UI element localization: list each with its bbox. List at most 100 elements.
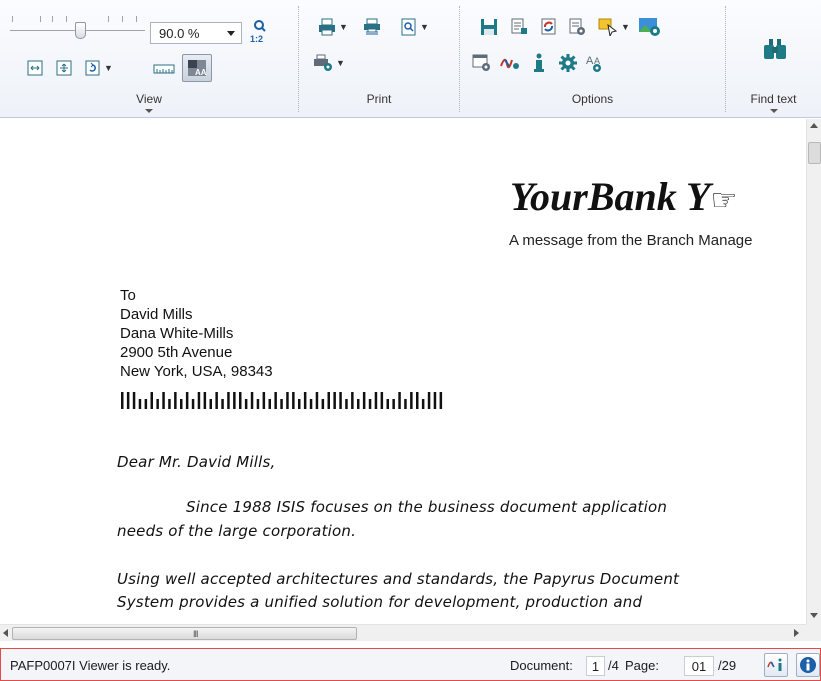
letter-subtitle: A message from the Branch Manage [509, 232, 753, 249]
barcode-bar [168, 399, 171, 409]
antialias-toggle-button[interactable]: AA [182, 54, 212, 82]
chevron-down-icon: ▼ [104, 62, 113, 73]
print-preview-icon [401, 18, 416, 36]
print-range-button[interactable] [361, 16, 383, 38]
scroll-right-arrow-icon[interactable] [794, 629, 799, 637]
viewer-settings-button[interactable] [470, 52, 494, 74]
settings-button[interactable] [556, 52, 580, 74]
barcode-bar [174, 392, 177, 409]
document-export-icon [511, 18, 527, 34]
barcode-bar [421, 399, 425, 409]
letter-paragraph-line: System provides a unified solution for d… [117, 593, 643, 611]
image-settings-button[interactable] [636, 16, 664, 38]
print-preview-button[interactable]: ▼ [395, 16, 435, 38]
fit-width-button[interactable] [26, 59, 44, 77]
find-group: Find text [726, 4, 821, 114]
info-button[interactable] [528, 52, 550, 74]
barcode-bar [392, 399, 395, 409]
view-group-label: View [136, 92, 162, 106]
barcode-bar [227, 392, 230, 409]
barcode-bar [274, 392, 277, 409]
sign-info-button[interactable] [764, 653, 788, 677]
image-gear-icon [639, 18, 660, 36]
vertical-scrollbar[interactable] [806, 119, 821, 624]
highlight-button[interactable]: ▼ [596, 16, 632, 38]
barcode-bar [197, 392, 201, 409]
print-range-icon [364, 18, 380, 35]
vertical-scroll-thumb[interactable] [808, 142, 821, 164]
barcode-bar [368, 399, 372, 409]
document-label: Document: [510, 658, 573, 673]
signature-button[interactable] [498, 52, 522, 74]
barcode-bar [439, 392, 443, 409]
zoom-slider-thumb[interactable] [75, 22, 86, 39]
print-settings-button[interactable]: ▼ [309, 52, 349, 74]
horizontal-scrollbar[interactable]: III [0, 624, 806, 641]
document-viewport[interactable]: YourBank Y☞ A message from the Branch Ma… [0, 119, 806, 624]
fit-page-icon [56, 60, 72, 76]
status-bar: PAFP0007I Viewer is ready. Document: 1 /… [0, 648, 821, 681]
status-message: PAFP0007I Viewer is ready. [10, 658, 171, 673]
actual-size-button[interactable]: 1:2 [248, 12, 272, 44]
document-settings-button[interactable] [566, 16, 588, 38]
info-button[interactable] [796, 653, 820, 677]
barcode-bar [398, 392, 401, 409]
options-group-label: Options [571, 92, 614, 106]
ruler-button[interactable] [151, 59, 177, 77]
page-number-input[interactable]: 01 [684, 656, 714, 676]
barcode-bar [233, 392, 236, 409]
antialias-icon: AA [188, 60, 207, 77]
rotate-button[interactable]: ▼ [82, 59, 116, 77]
barcode-bar [321, 399, 325, 409]
address-line: David Mills [120, 306, 193, 323]
font-settings-button[interactable]: AA [584, 52, 608, 74]
svg-text:A: A [586, 55, 594, 67]
barcode-bar [203, 392, 207, 409]
address-line: To [120, 287, 136, 304]
horizontal-scroll-thumb[interactable]: III [12, 627, 357, 640]
barcode-bar [185, 392, 189, 409]
sync-button[interactable] [538, 16, 560, 38]
zoom-select[interactable]: 90.0 % [150, 22, 242, 44]
barcode-bar [333, 392, 336, 409]
barcode-bar [262, 392, 266, 409]
zoom-ratio-label: 1:2 [250, 34, 264, 44]
info-icon [800, 657, 816, 673]
magnifier-icon [254, 20, 266, 32]
chevron-down-icon [227, 31, 235, 36]
barcode-bar [315, 392, 319, 409]
window-gear-icon [472, 54, 490, 71]
fit-page-button[interactable] [55, 59, 73, 77]
sync-icon [541, 18, 556, 35]
barcode-bar [309, 399, 313, 409]
barcode-bar [339, 392, 342, 409]
page-label: Page: [625, 658, 659, 673]
svg-text:AA: AA [195, 68, 207, 77]
scroll-down-arrow-icon[interactable] [810, 613, 818, 618]
barcode-bar [126, 392, 130, 409]
save-button[interactable] [478, 16, 500, 38]
document-total: /4 [608, 658, 619, 673]
scroll-left-arrow-icon[interactable] [3, 629, 8, 637]
document-number-input[interactable]: 1 [586, 656, 605, 676]
address-line: New York, USA, 98343 [120, 363, 273, 380]
barcode-bar [191, 399, 195, 409]
chevron-down-icon[interactable] [145, 109, 153, 113]
fit-width-icon [27, 60, 43, 76]
scroll-corner [806, 624, 821, 641]
page-total: /29 [718, 658, 737, 673]
document-gear-icon [569, 18, 585, 35]
chevron-down-icon: ▼ [336, 57, 345, 68]
barcode-bar [303, 392, 307, 409]
chevron-down-icon[interactable] [769, 109, 778, 113]
barcode-bar [433, 392, 437, 409]
print-button[interactable]: ▼ [315, 16, 351, 38]
scroll-up-arrow-icon[interactable] [810, 123, 818, 128]
zoom-value: 90.0 % [159, 25, 200, 41]
signature-icon [500, 58, 519, 69]
export-button[interactable] [508, 16, 530, 38]
scroll-grip: III [193, 629, 198, 639]
barcode-bar [250, 392, 254, 409]
find-text-button[interactable] [758, 32, 792, 68]
letter-paragraph-line: needs of the large corporation. [117, 522, 357, 540]
